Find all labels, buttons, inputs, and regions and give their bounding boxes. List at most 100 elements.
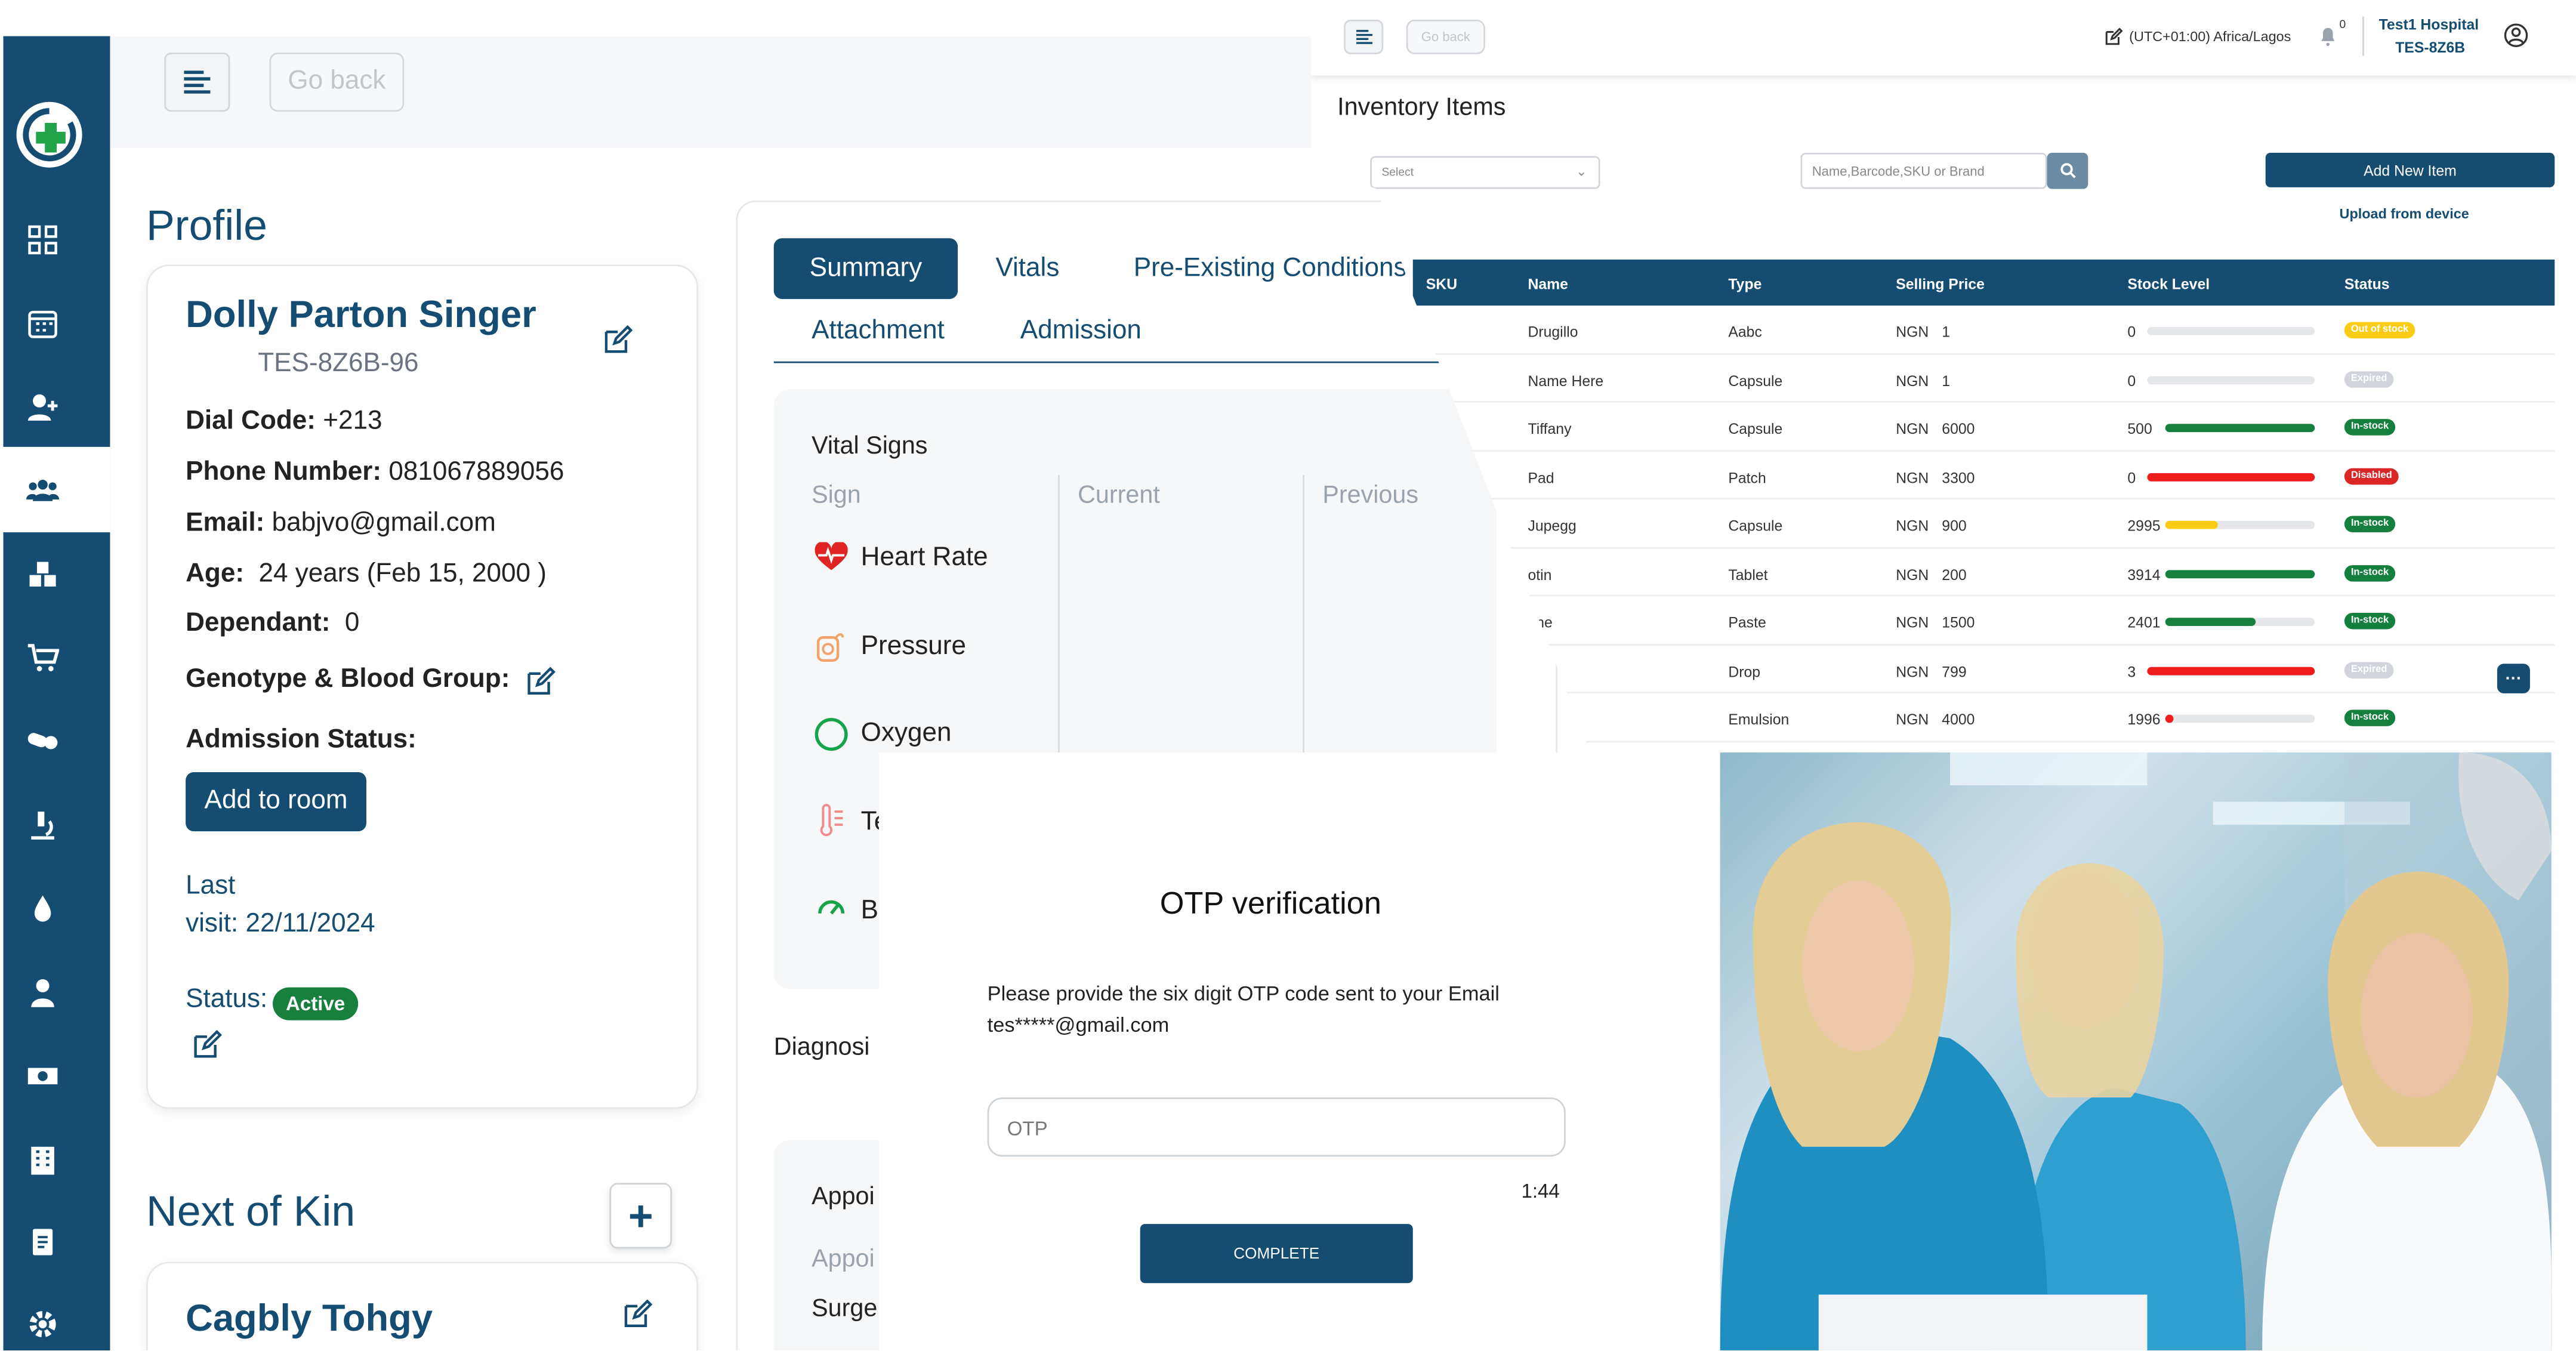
row-type: Capsule: [1728, 420, 1783, 437]
building-icon[interactable]: [23, 1140, 63, 1180]
dial-code-row: Dial Code: +213: [186, 408, 382, 437]
users-icon[interactable]: [23, 470, 63, 509]
menu-toggle-button[interactable]: [164, 53, 230, 112]
table-row[interactable]: Drop NGN 799 3 Expired: [1412, 645, 2555, 693]
status-label: Status:: [186, 985, 268, 1014]
table-row[interactable]: Tiffany Capsule NGN 6000 500 In-stock: [1412, 403, 2555, 451]
vital-col-previous: Previous: [1322, 481, 1419, 510]
table-row[interactable]: rine Paste NGN 1500 2401 In-stock: [1412, 596, 2555, 645]
vital-signs-title: Vital Signs: [812, 432, 928, 460]
row-type: Tablet: [1728, 566, 1768, 583]
add-to-room-button[interactable]: Add to room: [186, 772, 366, 832]
stock-level-fill: [2165, 714, 2173, 723]
settings-icon[interactable]: [23, 1304, 63, 1344]
chat-icon[interactable]: ···: [2497, 664, 2530, 693]
boxes-icon[interactable]: [23, 554, 63, 593]
table-row[interactable]: Jupegg Capsule NGN 900 2995 In-stock: [1412, 499, 2555, 548]
money-icon[interactable]: [23, 1056, 63, 1096]
col-name: Name: [1528, 276, 1568, 293]
row-price: 799: [1942, 662, 1967, 680]
category-select[interactable]: Select ⌄: [1370, 156, 1600, 189]
row-currency: NGN: [1896, 517, 1929, 534]
admission-row: Admission Status:: [186, 726, 417, 756]
complete-button[interactable]: COMPLETE: [1140, 1224, 1413, 1284]
menu-icon: [1355, 30, 1372, 44]
add-kin-button[interactable]: +: [609, 1183, 672, 1249]
blood-drop-icon[interactable]: [23, 889, 63, 928]
row-price: 4000: [1942, 711, 1975, 728]
document-icon[interactable]: [23, 1222, 63, 1261]
user-avatar-icon[interactable]: [2504, 23, 2528, 56]
stock-level-bar: [2147, 472, 2315, 481]
oxygen-icon: [813, 716, 850, 760]
row-currency: NGN: [1896, 566, 1929, 583]
col-sku: SKU: [1426, 276, 1458, 293]
hospital-name: Test1 Hospital: [2378, 16, 2479, 33]
tabs-divider: [773, 361, 1448, 363]
vital-pressure: Pressure: [860, 632, 966, 661]
last-visit-value: visit: 22/11/2024: [186, 910, 375, 939]
row-stock: 3914: [2127, 566, 2161, 583]
status-badge: In-stock: [2344, 516, 2396, 533]
temperature-icon: [815, 803, 848, 847]
inventory-search-input[interactable]: Name,Barcode,SKU or Brand: [1800, 153, 2047, 189]
pressure-icon: [815, 631, 845, 672]
bell-icon[interactable]: [2320, 24, 2337, 54]
row-currency: NGN: [1896, 323, 1929, 340]
otp-dialog: OTP verification Please provide the six …: [878, 752, 1678, 1351]
add-user-icon[interactable]: [23, 388, 63, 427]
edit-timezone-icon[interactable]: [2105, 24, 2123, 54]
tab-attachment[interactable]: Attachment: [812, 317, 945, 347]
nurses-photo: [1720, 752, 2552, 1351]
col-stock-level: Stock Level: [2127, 276, 2210, 293]
row-currency: NGN: [1896, 420, 1929, 437]
dependant-value: 0: [344, 609, 360, 638]
patient-name: Dolly Parton Singer: [186, 292, 536, 335]
inventory-go-back-button[interactable]: Go back: [1406, 20, 1485, 54]
row-stock: 2401: [2127, 614, 2161, 631]
stock-level-fill: [2165, 569, 2315, 578]
tab-vitals[interactable]: Vitals: [995, 255, 1059, 285]
pills-icon[interactable]: [23, 721, 63, 761]
doctor-icon[interactable]: [23, 973, 63, 1012]
stock-level-bar: [2165, 618, 2315, 626]
row-currency: NGN: [1896, 711, 1929, 728]
vital-col-current: Current: [1078, 481, 1160, 510]
dashboard-icon[interactable]: [23, 220, 63, 260]
tab-admission[interactable]: Admission: [1020, 317, 1142, 347]
col-status: Status: [2344, 276, 2390, 293]
row-price: 1500: [1942, 614, 1975, 631]
row-type: Emulsion: [1728, 711, 1790, 728]
stock-level-bar: [2165, 520, 2315, 529]
tab-summary[interactable]: Summary: [773, 238, 958, 300]
table-row[interactable]: Name Here Capsule NGN 1 0 Expired: [1412, 354, 2555, 403]
tab-pre-existing[interactable]: Pre-Existing Conditions: [1134, 255, 1407, 285]
add-new-item-button[interactable]: Add New Item: [2265, 153, 2555, 187]
status-badge: Out of stock: [2344, 322, 2415, 339]
col-selling-price: Selling Price: [1896, 276, 1985, 293]
dial-code-value: +213: [323, 407, 382, 436]
phone-value: 081067889056: [388, 458, 564, 486]
calendar-icon[interactable]: [23, 304, 63, 343]
profile-title: Profile: [146, 200, 267, 250]
dependant-row: Dependant: 0: [186, 609, 359, 639]
edit-genotype-icon[interactable]: [526, 667, 556, 705]
microscope-icon[interactable]: [23, 805, 63, 844]
upload-from-device-link[interactable]: Upload from device: [2340, 205, 2469, 222]
stock-level-bar: [2147, 326, 2315, 335]
edit-status-icon[interactable]: [192, 1029, 223, 1068]
edit-profile-icon[interactable]: [603, 325, 633, 363]
bmi-icon: [815, 892, 848, 933]
otp-input[interactable]: OTP: [987, 1097, 1566, 1157]
table-row[interactable]: Emulsion NGN 4000 1996 In-stock: [1412, 693, 2555, 742]
go-back-button[interactable]: Go back: [269, 53, 405, 112]
inventory-menu-button[interactable]: [1344, 20, 1384, 54]
search-button[interactable]: [2047, 153, 2088, 189]
cart-icon[interactable]: [23, 637, 63, 677]
table-row[interactable]: otin Tablet NGN 200 3914 In-stock: [1412, 548, 2555, 597]
table-row[interactable]: Drugillo Aabc NGN 1 0 Out of stock: [1412, 306, 2555, 354]
edit-kin-icon[interactable]: [622, 1299, 653, 1337]
stock-level-fill: [2147, 472, 2315, 481]
table-row[interactable]: Pad Patch NGN 3300 0 Disabled: [1412, 451, 2555, 499]
vital-divider: [1303, 474, 1305, 754]
